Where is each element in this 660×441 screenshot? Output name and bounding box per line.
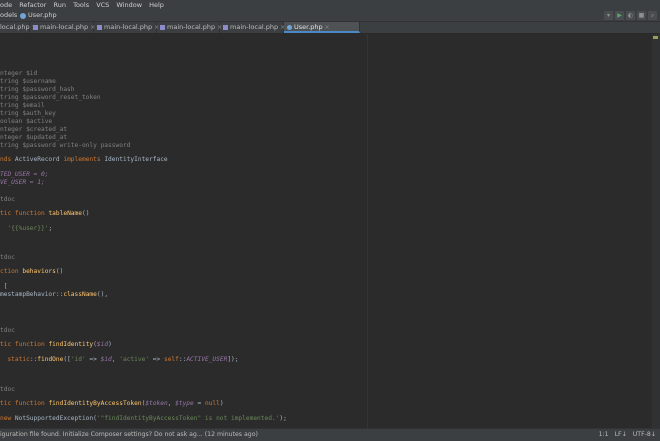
code-line: static::findOne(['id' => $id, 'active' =…: [7, 356, 239, 363]
chevron-down-icon[interactable]: ▾: [604, 11, 613, 20]
right-editor-pane[interactable]: [368, 34, 652, 428]
tab-user-php[interactable]: User.php ×: [284, 22, 360, 33]
php-file-icon: [33, 24, 38, 30]
code-line: tring $username: [0, 78, 56, 85]
file-encoding[interactable]: UTF-8↓: [633, 429, 656, 441]
code-line: tring $auth_key: [0, 110, 56, 117]
php-file-icon: [20, 13, 26, 19]
method-findidentitybyaccesstoken: tic function findIdentityByAccessToken($…: [0, 400, 224, 407]
code-line: tring $password_reset_token: [0, 94, 101, 101]
code-editor[interactable]: nteger $id tring $username tring $passwo…: [0, 34, 367, 428]
navigation-bar: odels User.php: [0, 10, 660, 22]
code-line: nteger $updated_at: [0, 134, 68, 141]
close-icon[interactable]: ×: [325, 24, 330, 31]
error-stripe-gutter[interactable]: [652, 34, 660, 428]
run-toolbar: ▾ ▶ ◐ ■ ⌕: [604, 10, 660, 21]
php-file-icon: [287, 24, 292, 30]
code-line: mestampBehavior::className(),: [0, 291, 109, 298]
warning-marker-icon[interactable]: [653, 36, 658, 39]
code-line: oolean $active: [0, 118, 53, 125]
php-file-icon: [160, 24, 165, 30]
stop-icon[interactable]: ■: [637, 11, 646, 20]
code-line: new NotSupportedException('"findIdentity…: [0, 415, 287, 422]
tab-main-local-1[interactable]: main-local.php ×: [30, 22, 95, 33]
code-line: tring $password_hash: [0, 86, 75, 93]
code-line: nteger $id: [0, 70, 38, 77]
class-declaration: nds ActiveRecord implements IdentityInte…: [0, 156, 168, 163]
menu-vcs[interactable]: VCS: [96, 1, 109, 9]
editor-tabs: local.php× main-local.php× main-local.ph…: [0, 22, 660, 34]
menu-tools[interactable]: Tools: [73, 1, 89, 9]
tab-label: User.php: [294, 23, 323, 31]
tab-label: local.php: [0, 23, 30, 31]
menu-help[interactable]: Help: [149, 1, 164, 9]
tab-label: main-local.php: [230, 23, 279, 31]
method-behaviors: ction behaviors(): [0, 268, 64, 275]
code-line: '{{%user}}';: [7, 225, 53, 232]
tab-label: main-local.php: [167, 23, 216, 31]
code-line: tring $email: [0, 102, 45, 109]
run-icon[interactable]: ▶: [615, 11, 624, 20]
code-line: TED_USER = 0;: [0, 171, 49, 178]
method-findidentity: tic function findIdentity($id): [0, 341, 112, 348]
breadcrumb-models[interactable]: odels: [0, 10, 17, 21]
menu-run[interactable]: Run: [54, 1, 66, 9]
menu-bar: ode Refactor Run Tools VCS Window Help: [0, 0, 660, 10]
code-line: [: [0, 283, 8, 290]
tab-main-local-4[interactable]: main-local.php ×: [220, 22, 285, 33]
code-line: tdoc: [0, 327, 15, 334]
code-line: nteger $created_at: [0, 126, 68, 133]
breadcrumb-file[interactable]: User.php: [28, 10, 57, 21]
debug-icon[interactable]: ◐: [626, 11, 635, 20]
tab-main-local-2[interactable]: main-local.php ×: [94, 22, 159, 33]
code-line: tdoc: [0, 196, 15, 203]
search-icon[interactable]: ⌕: [648, 11, 657, 20]
status-bar: iguration file found. Initialize Compose…: [0, 428, 660, 441]
code-line: VE_USER = 1;: [0, 179, 45, 186]
method-tablename: tic function tableName(): [0, 210, 90, 217]
tab-local[interactable]: local.php×: [0, 22, 37, 33]
tab-main-local-3[interactable]: main-local.php ×: [157, 22, 222, 33]
php-file-icon: [223, 24, 228, 30]
menu-window[interactable]: Window: [116, 1, 142, 9]
line-separator[interactable]: LF↓: [615, 429, 627, 441]
tab-label: main-local.php: [40, 23, 89, 31]
caret-position[interactable]: 1:1: [599, 429, 609, 441]
code-line: tdoc: [0, 254, 15, 261]
code-line: tdoc: [0, 386, 15, 393]
status-message[interactable]: iguration file found. Initialize Compose…: [0, 429, 258, 441]
menu-refactor[interactable]: Refactor: [19, 1, 46, 9]
tab-label: main-local.php: [104, 23, 153, 31]
menu-code[interactable]: ode: [0, 1, 12, 9]
php-file-icon: [97, 24, 102, 30]
code-line: tring $password write-only password: [0, 142, 131, 149]
